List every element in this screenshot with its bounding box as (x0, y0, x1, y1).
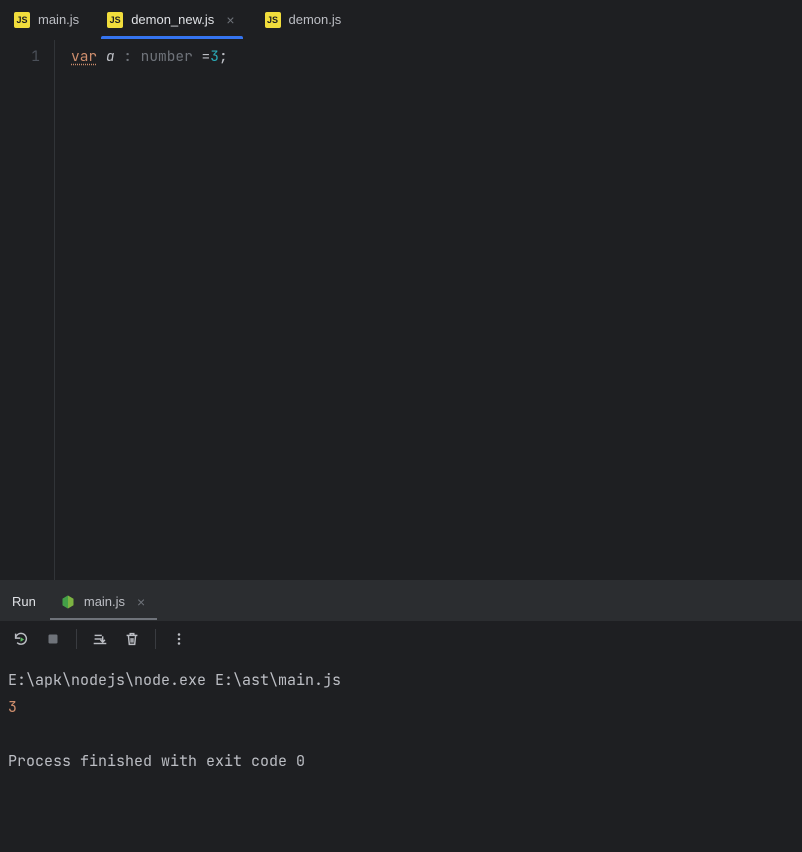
console-output[interactable]: E:\apk\nodejs\node.exe E:\ast\main.js 3 … (0, 657, 802, 852)
tab-label: main.js (38, 12, 79, 27)
token-semi: ; (219, 47, 228, 66)
run-toolbar (0, 621, 802, 657)
js-file-icon: JS (265, 12, 281, 28)
line-number: 1 (0, 46, 40, 68)
stop-button[interactable] (44, 630, 62, 648)
editor-tabs-bar: JS main.js JS demon_new.js × JS demon.js (0, 0, 802, 40)
editor-tab-demon_newjs[interactable]: JS demon_new.js × (93, 0, 250, 39)
run-panel: Run main.js × (0, 580, 802, 852)
editor-area[interactable]: 1 var a : number =3; (0, 40, 802, 580)
nodejs-icon (60, 594, 76, 610)
editor-tab-mainjs[interactable]: JS main.js (0, 0, 93, 39)
tab-label: demon_new.js (131, 12, 214, 27)
token-number: 3 (210, 47, 219, 66)
code-area[interactable]: var a : number =3; (55, 40, 802, 580)
delete-button[interactable] (123, 630, 141, 648)
token-var: a (106, 47, 115, 66)
token-typeann: : number (123, 47, 193, 66)
run-panel-header: Run main.js × (0, 581, 802, 621)
close-icon[interactable]: × (224, 11, 236, 29)
tab-label: demon.js (289, 12, 342, 27)
toolbar-separator (155, 629, 156, 649)
js-file-icon: JS (14, 12, 30, 28)
js-file-icon: JS (107, 12, 123, 28)
console-process-msg: Process finished with exit code 0 (8, 748, 794, 775)
console-stdout: 3 (8, 694, 794, 721)
close-icon[interactable]: × (135, 593, 147, 611)
scroll-to-end-button[interactable] (91, 630, 109, 648)
run-panel-title: Run (12, 594, 36, 609)
rerun-button[interactable] (12, 630, 30, 648)
run-tab-label: main.js (84, 594, 125, 609)
run-config-tab[interactable]: main.js × (54, 583, 153, 620)
console-command: E:\apk\nodejs\node.exe E:\ast\main.js (8, 667, 794, 694)
toolbar-separator (76, 629, 77, 649)
editor-tab-demonjs[interactable]: JS demon.js (251, 0, 356, 39)
token-eq: = (193, 47, 210, 66)
token-keyword: var (71, 47, 97, 66)
editor-gutter: 1 (0, 40, 55, 580)
more-button[interactable] (170, 630, 188, 648)
